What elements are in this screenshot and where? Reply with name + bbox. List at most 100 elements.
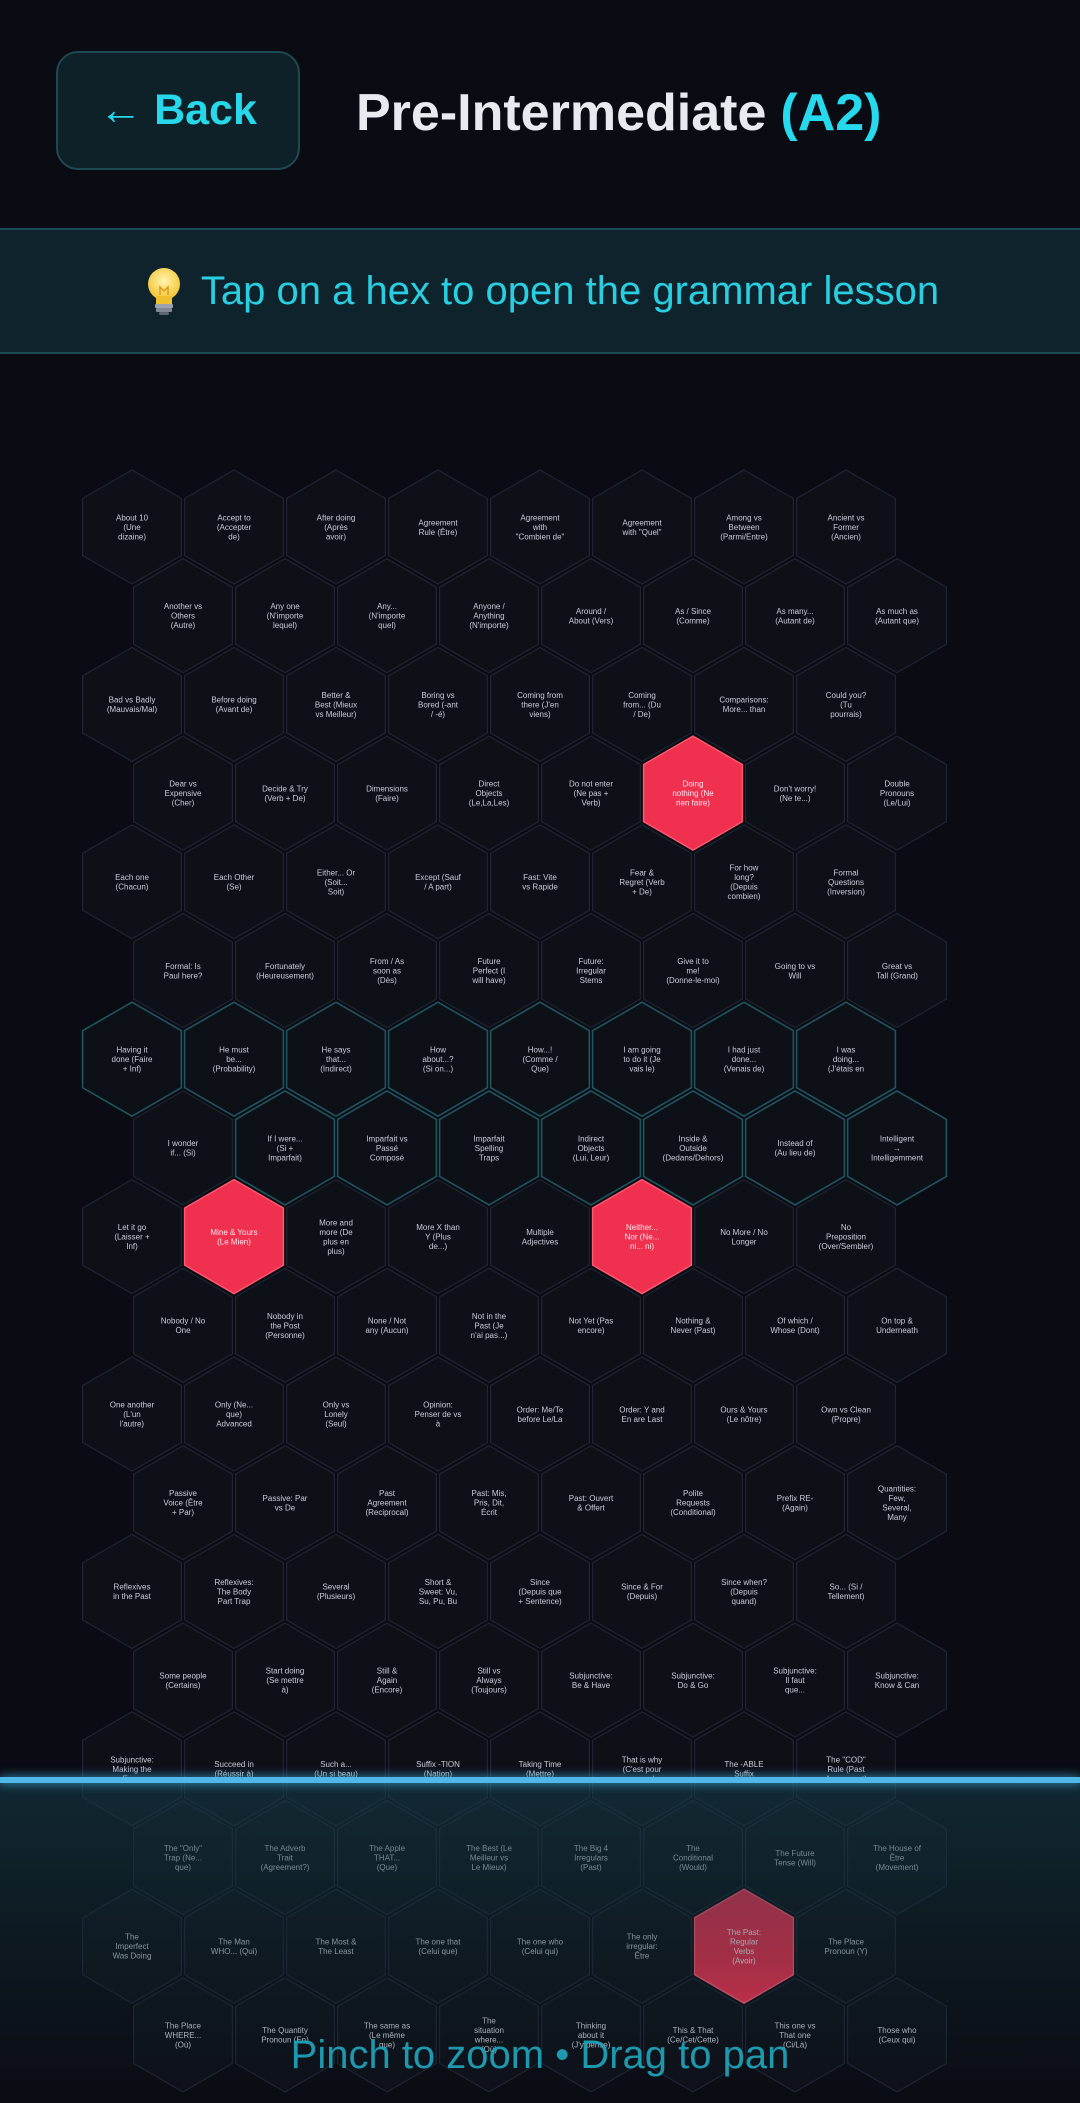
hex-cell[interactable]: How about...? (Si on...) [387, 1001, 489, 1118]
hex-cell[interactable]: More and more (De plus en plus) [286, 1178, 386, 1295]
hex-cell[interactable]: Mine & Yours (Le Mien) [183, 1178, 285, 1295]
hex-cell[interactable]: Fast: Vite vs Rapide [490, 824, 591, 940]
hex-cell[interactable]: Decide & Try (Verb + De) [235, 735, 335, 851]
hex-cell[interactable]: Since when? (Depuis quand) [693, 1533, 795, 1650]
hex-cell[interactable]: The House of Être (Movement) [846, 1799, 948, 1916]
hex-cell[interactable]: Short & Sweet: Vu, Su, Pu, Bu [388, 1533, 488, 1650]
hex-cell[interactable]: Of which / Whose (Dont) [744, 1267, 846, 1383]
hex-cell[interactable]: Multiple Adjectives [490, 1178, 591, 1295]
hex-cell[interactable]: I had just done... (Venais de) [693, 1001, 795, 1118]
hex-cell[interactable]: The Adverb Trait (Agreement?) [235, 1799, 335, 1916]
hex-cell[interactable]: That is why(C'est pourça que) [591, 1711, 693, 1827]
hex-cell[interactable]: Agreement with "Quel" [591, 469, 693, 585]
hex-cell[interactable]: Fear & Regret (Verb + De) [591, 824, 693, 940]
hex-cell[interactable]: Any... (N'importe quel) [337, 558, 437, 674]
hex-cell[interactable]: Instead of (Au lieu de) [744, 1089, 846, 1206]
hex-cell[interactable]: On top & Underneath [846, 1267, 948, 1383]
hex-cell[interactable]: Coming from there (J'en viens) [490, 646, 591, 763]
hex-cell[interactable]: He must be... (Probability) [183, 1001, 285, 1118]
hex-cell[interactable]: Still vs Always (Toujours) [439, 1622, 540, 1738]
hex-cell[interactable]: Anyone / Anything (N'importe) [439, 558, 540, 674]
hex-cell[interactable]: Subjunctive: Be & Have [540, 1622, 642, 1738]
hex-cell[interactable]: How...! (Comme / Que) [489, 1001, 591, 1118]
hex-cell[interactable]: Boring vs Bored (-ant / -é) [388, 646, 488, 763]
hex-cell[interactable]: No Preposition (Over/Sembler) [795, 1178, 897, 1295]
hex-cell[interactable]: The Future Tense (Will) [744, 1799, 846, 1916]
hex-cell[interactable]: Formal Questions (Inversion) [795, 824, 897, 940]
hex-cell[interactable]: The "COD"Rule (PastAgreement) [795, 1711, 897, 1827]
hex-cell[interactable]: Start doing (Se mettre à) [235, 1622, 335, 1738]
hex-cell[interactable]: Each one (Chacun) [81, 824, 182, 940]
hex-cell[interactable]: The Conditional (Would) [642, 1799, 744, 1916]
hex-cell[interactable]: Such a... (Un si beau) [286, 1711, 386, 1827]
hex-cell[interactable]: As much as (Autant que) [846, 558, 948, 674]
hex-cell[interactable]: Except (Sauf / A part) [388, 824, 488, 940]
hex-cell[interactable]: Better & Best (Mieux vs Meilleur) [286, 646, 386, 763]
hex-cell[interactable]: Coming from... (Du / De) [591, 646, 693, 763]
hex-cell[interactable]: Own vs Clean (Propre) [795, 1356, 897, 1472]
hex-cell[interactable]: The Past: Regular Verbs (Avoir) [693, 1888, 795, 2005]
hex-cell[interactable]: After doing (Après avoir) [286, 469, 386, 585]
hex-cell[interactable]: Give it to me! (Donne-le-moi) [642, 912, 744, 1029]
hex-cell[interactable]: Subjunctive: Do & Go [642, 1622, 744, 1738]
hex-grid-viewport[interactable]: About 10 (Une dizaine) Accept to (Accepter de… [0, 380, 1080, 2103]
hex-cell[interactable]: No More / No Longer [693, 1178, 795, 1295]
hex-cell[interactable]: I am going to do it (Je vais le) [591, 1001, 693, 1118]
hex-cell[interactable]: Direct Objects (Le,La,Les) [439, 735, 540, 851]
hex-cell[interactable]: Prefix RE-(Again) [744, 1445, 846, 1561]
hex-cell[interactable]: Dimensions (Faire) [337, 735, 437, 851]
hex-cell[interactable]: Each Other (Se) [184, 824, 284, 940]
hex-cell[interactable]: More X than Y (Plus de...) [388, 1178, 488, 1295]
hex-cell[interactable]: Having it done (Faire + Inf) [81, 1001, 183, 1118]
hex-cell[interactable]: The Apple THAT... (Que) [337, 1799, 437, 1916]
hex-cell[interactable]: Great vs Tall (Grand) [846, 912, 948, 1029]
hex-cell[interactable]: Don't worry! (Ne te...) [744, 735, 846, 851]
hex-cell[interactable]: The Man WHO... (Qui) [184, 1888, 284, 2004]
hex-cell[interactable]: Inside & Outside (Dedans/Dehors) [642, 1089, 744, 1206]
hex-cell[interactable]: Not Yet (Pas encore) [540, 1267, 642, 1383]
hex-cell[interactable]: Opinion: Penser de vs à [388, 1356, 488, 1472]
hex-cell[interactable]: Around / About (Vers) [540, 558, 642, 674]
hex-cell[interactable]: The only irregular: Être [591, 1888, 693, 2004]
hex-cell[interactable]: Either... Or (Soit... Soit) [286, 824, 386, 940]
hex-cell[interactable]: Since (Depuis que + Sentence) [490, 1533, 591, 1650]
hex-cell[interactable]: Another vs Others (Autre) [133, 558, 233, 674]
hex-cell[interactable]: The one that (Celui que) [388, 1888, 488, 2004]
hex-cell[interactable]: Past Agreement (Reciprocal) [337, 1445, 437, 1561]
hex-cell[interactable]: Taking Time (Mettre) [490, 1711, 591, 1827]
hex-cell[interactable]: Nobody in the Post (Personne) [235, 1267, 335, 1383]
hex-cell[interactable]: Imparfait Spelling Traps [438, 1089, 540, 1206]
hex-cell[interactable]: Double Pronouns (Le/Lui) [846, 735, 948, 851]
hex-cell[interactable]: Not in the Past (Je n'ai pas...) [439, 1267, 540, 1383]
hex-cell[interactable]: Order: Y and En are Last [591, 1356, 693, 1472]
hex-cell[interactable]: He says that... (Indirect) [285, 1001, 387, 1118]
hex-cell[interactable]: Only vs Lonely (Seul) [286, 1356, 386, 1472]
hex-cell[interactable]: Nobody / No One [133, 1267, 233, 1383]
hex-cell[interactable]: Order: Me/Te before Le/La [490, 1356, 591, 1472]
hex-cell[interactable]: Ours & Yours (Le nôtre) [693, 1356, 795, 1472]
hex-cell[interactable]: Subjunctive:Making theForm [81, 1711, 182, 1827]
hex-cell[interactable]: The one who (Celui qui) [490, 1888, 591, 2004]
hex-cell[interactable]: From / As soon as (Dès) [337, 912, 437, 1029]
hex-cell[interactable]: Subjunctive: Know & Can [846, 1622, 948, 1738]
hex-cell[interactable]: Nothing & Never (Past) [642, 1267, 744, 1383]
hex-cell[interactable]: Past: Mis, Pris, Dit, Écrit [439, 1445, 540, 1561]
hex-cell[interactable]: One another (L'un l'autre) [81, 1356, 182, 1472]
hex-cell[interactable]: Do not enter (Ne pas + Verb) [540, 735, 642, 851]
hex-cell[interactable]: Reflexives: The Body Part Trap [184, 1533, 284, 1650]
hex-cell[interactable]: Agreement with "Combien de" [490, 469, 591, 585]
hex-cell[interactable]: Intelligent → Intelligemment [846, 1089, 948, 1206]
hex-cell[interactable]: Succeed in (Réussir à) [184, 1711, 284, 1827]
hex-cell[interactable]: If I were... (Si + Imparfait) [234, 1089, 336, 1206]
hex-cell[interactable]: Polite Requests (Conditional) [642, 1445, 744, 1561]
hex-cell[interactable]: Any one (N'importe lequel) [235, 558, 335, 674]
hex-cell[interactable]: Could you? (Tu pourrais) [795, 646, 897, 763]
hex-cell[interactable]: Past: Ouvert & Offert [540, 1445, 642, 1561]
hex-cell[interactable]: I was doing... (J'étais en [795, 1001, 897, 1118]
hex-cell[interactable]: Ancient vs Former (Ancien) [795, 469, 897, 585]
hex-cell[interactable]: Imparfait vs Passé Composé [336, 1089, 438, 1206]
hex-cell[interactable]: Some people (Certains) [133, 1622, 233, 1738]
hex-cell[interactable]: The Place Pronoun (Y) [795, 1888, 897, 2004]
hex-cell[interactable]: None / Not any (Aucun) [337, 1267, 437, 1383]
hex-cell[interactable]: For how long? (Depuis combien) [693, 824, 795, 940]
